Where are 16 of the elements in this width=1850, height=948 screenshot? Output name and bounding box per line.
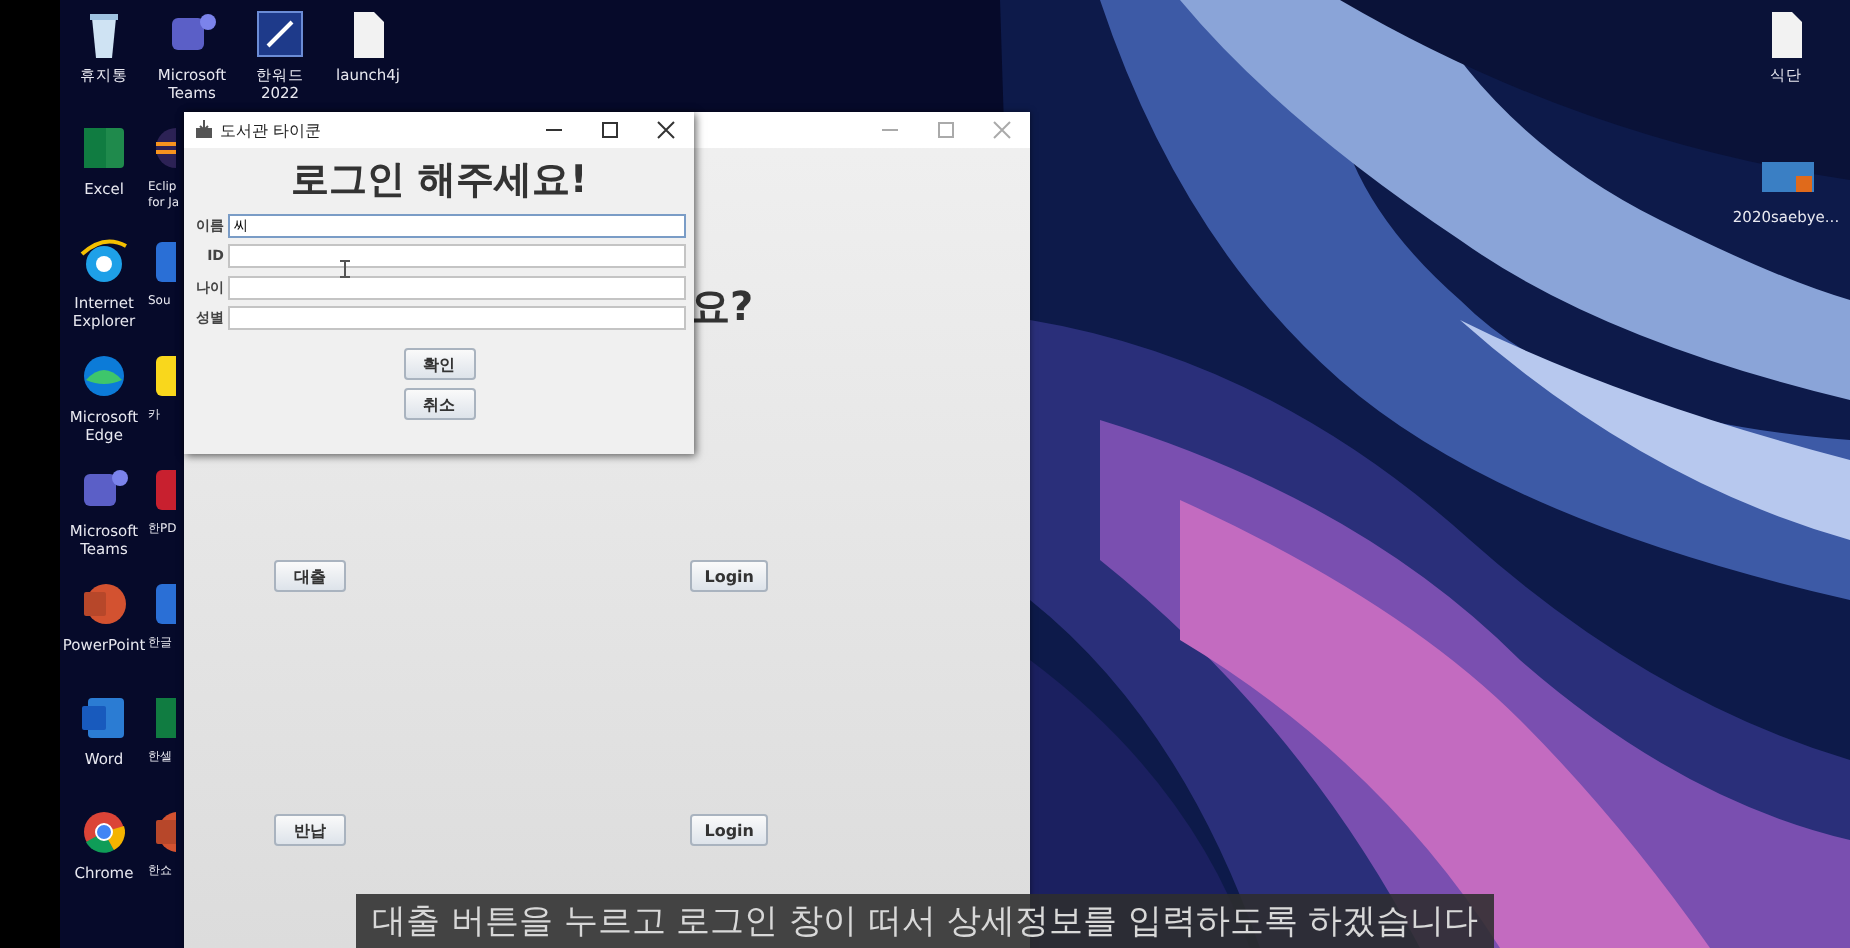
input-field[interactable] [228, 275, 686, 300]
window-heading: 요? [690, 280, 756, 334]
login-button[interactable]: Login [690, 560, 768, 592]
input-field[interactable] [228, 306, 686, 331]
window-title: 도서관 타이쿤 [220, 119, 324, 141]
subtitle-caption: 대출 버튼을 누르고 로그인 창이 떠서 상세정보를 입력하도록 하겠습니다 [356, 894, 1495, 948]
confirm-button[interactable]: 확인 [403, 348, 475, 380]
text-cursor-icon [340, 260, 350, 278]
app-icon[interactable] [252, 6, 308, 62]
action-button[interactable]: 반납 [274, 814, 346, 846]
cancel-button[interactable]: 취소 [403, 388, 475, 420]
action-button[interactable]: 대출 [274, 560, 346, 592]
dialog-heading: 로그인 해주세요! [288, 156, 590, 206]
input-field[interactable] [228, 244, 686, 269]
login-button[interactable]: Login [690, 814, 768, 846]
app-icon [194, 120, 214, 140]
